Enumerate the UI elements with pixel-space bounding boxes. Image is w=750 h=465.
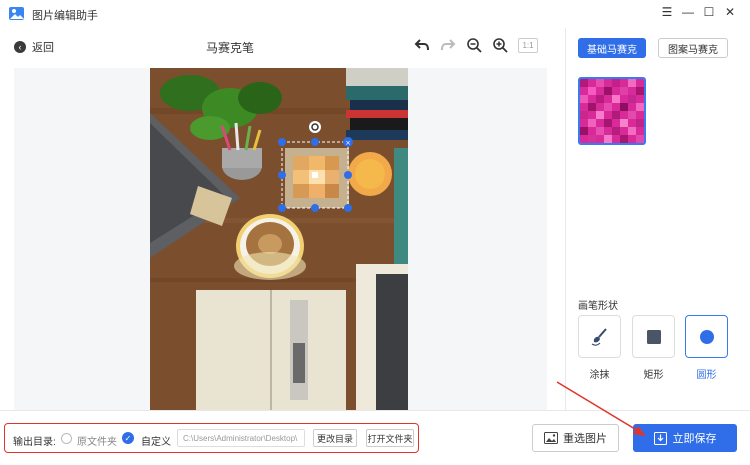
save-label: 立即保存: [672, 433, 717, 445]
brush-circle-button[interactable]: [685, 315, 728, 358]
brush-rect-label: 矩形: [643, 370, 664, 381]
undo-icon[interactable]: [414, 37, 430, 53]
tab-basic-mosaic[interactable]: 基础马赛克: [578, 38, 646, 58]
app-logo-icon: [9, 7, 24, 20]
tool-icons: 1:1: [414, 37, 538, 53]
reselect-label: 重选图片: [563, 433, 607, 445]
brush-shape-title: 画笔形状: [578, 301, 618, 312]
zoom-in-icon[interactable]: [492, 37, 508, 53]
title-bar: 图片编辑助手 ☰ — ☐ ✕: [0, 0, 750, 28]
output-directory-group: 输出目录: 原文件夹 ✓ 自定义 更改目录 打开文件夹: [4, 423, 419, 453]
window-controls: ☰ — ☐ ✕: [661, 5, 736, 19]
mosaic-preview-icon: [580, 79, 644, 143]
brush-icon: [591, 327, 607, 346]
brush-smear-button[interactable]: [578, 315, 621, 358]
change-directory-button[interactable]: 更改目录: [313, 429, 357, 447]
zoom-out-icon[interactable]: [466, 37, 482, 53]
page-title: 马赛克笔: [205, 41, 254, 55]
custom-folder-label[interactable]: 自定义: [141, 433, 171, 448]
actual-size-button[interactable]: 1:1: [518, 37, 538, 53]
mosaic-settings-panel: 基础马赛克 图案马赛克 画笔形状 涂抹 矩形 圆形: [566, 28, 750, 410]
mosaic-style-swatch[interactable]: [578, 77, 646, 145]
back-label: 返回: [32, 42, 54, 54]
reselect-image-button[interactable]: 重选图片: [532, 424, 619, 452]
brush-circle-label: 圆形: [696, 370, 717, 381]
image-icon: [544, 432, 558, 444]
editor-toolbar: ‹ 返回 马赛克笔 1:1: [0, 28, 565, 68]
back-button[interactable]: ‹ 返回: [14, 39, 54, 55]
output-dir-label: 输出目录:: [13, 437, 56, 448]
canvas-area[interactable]: ×: [14, 68, 547, 410]
redo-icon[interactable]: [440, 37, 456, 53]
minimize-icon[interactable]: —: [682, 5, 694, 19]
square-icon: [646, 329, 661, 344]
brush-rect-button[interactable]: [632, 315, 675, 358]
bottom-divider: [0, 410, 750, 411]
svg-text:×: ×: [345, 139, 351, 147]
mosaic-selection[interactable]: ×: [276, 120, 384, 218]
open-folder-button[interactable]: 打开文件夹: [366, 429, 414, 447]
menu-icon[interactable]: ☰: [661, 5, 673, 19]
download-icon: [653, 431, 667, 445]
back-arrow-icon: ‹: [14, 41, 26, 53]
app-title: 图片编辑助手: [32, 10, 98, 22]
tab-pattern-mosaic[interactable]: 图案马赛克: [658, 38, 728, 58]
close-icon[interactable]: ✕: [724, 5, 736, 19]
maximize-icon[interactable]: ☐: [703, 5, 715, 19]
save-now-button[interactable]: 立即保存: [633, 424, 737, 452]
original-folder-label[interactable]: 原文件夹: [77, 433, 117, 448]
custom-folder-check-icon[interactable]: ✓: [122, 432, 134, 444]
brush-smear-label: 涂抹: [589, 370, 610, 381]
output-path-field[interactable]: [177, 429, 305, 447]
original-folder-radio[interactable]: [61, 433, 72, 444]
circle-icon: [699, 329, 714, 344]
